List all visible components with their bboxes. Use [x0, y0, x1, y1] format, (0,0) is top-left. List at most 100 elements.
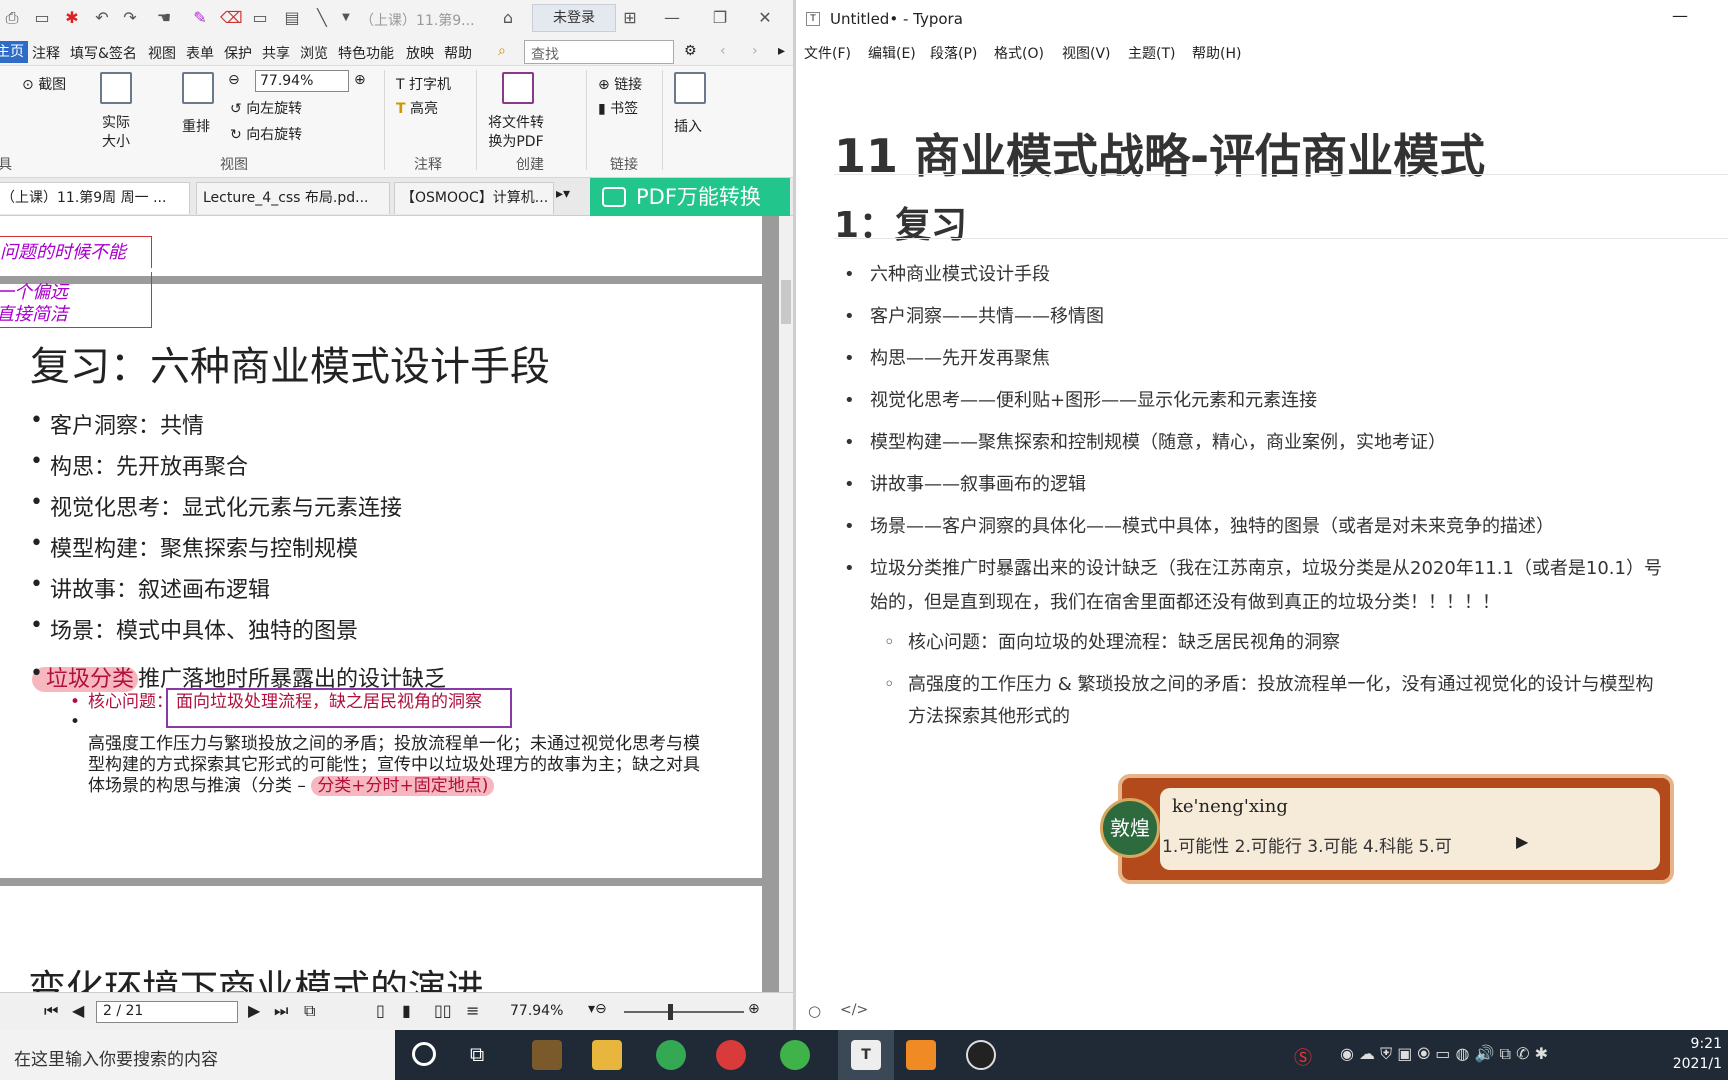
zoom-in-icon[interactable]: ⊕ — [354, 72, 366, 88]
foxit-pdf-icon[interactable] — [906, 1040, 936, 1070]
tab-doc-1[interactable]: （上课）11.第9周 周一 ... — [0, 182, 190, 214]
list-item[interactable]: 讲故事——叙事画布的逻辑 — [844, 468, 1086, 502]
zoom-readout[interactable]: 77.94% — [510, 1003, 563, 1019]
next-icon[interactable]: › — [752, 43, 758, 59]
document-heading-2[interactable]: 1：复习 — [834, 196, 967, 248]
document-heading-1[interactable]: 11 商业模式战略-评估商业模式 — [834, 120, 1485, 186]
menu-share[interactable]: 共享 — [262, 43, 290, 63]
save-icon[interactable]: ▭ — [32, 8, 52, 28]
first-page-icon[interactable]: ⏮ — [44, 1001, 58, 1021]
restore-icon[interactable]: ❐ — [710, 8, 730, 28]
page-number-input[interactable]: 2 / 21 — [96, 1001, 238, 1023]
tabs-scroll-icon[interactable]: ▸▾ — [556, 186, 570, 202]
next-page-icon[interactable]: ▶ — [248, 1001, 260, 1020]
insert-icon[interactable] — [674, 72, 706, 104]
grid-icon[interactable]: ⊞ — [620, 8, 640, 28]
list-item[interactable]: 垃圾分类推广时暴露出来的设计缺乏（我在江苏南京，垃圾分类是从2020年11.1（… — [844, 552, 1662, 586]
split-icon[interactable]: ≡ — [466, 1001, 479, 1020]
ribbon-expand-icon[interactable]: ▸ — [778, 43, 785, 59]
menu-home[interactable]: 主页 — [0, 41, 28, 63]
menu-features[interactable]: 特色功能 — [338, 43, 394, 63]
textbox-icon[interactable]: ▤ — [282, 8, 302, 28]
list-item[interactable]: 六种商业模式设计手段 — [844, 258, 1050, 292]
menu-form[interactable]: 表单 — [186, 43, 214, 63]
screenshot-button[interactable]: ⊙ 截图 — [22, 74, 66, 94]
bag-icon[interactable]: ⌂ — [498, 8, 518, 28]
menu-view[interactable]: 视图(V) — [1062, 43, 1111, 63]
rotate-right-button[interactable]: ↻ 向右旋转 — [230, 124, 302, 144]
cortana-icon[interactable] — [412, 1042, 436, 1066]
minimize-icon[interactable]: — — [662, 8, 682, 28]
menu-view[interactable]: 视图 — [148, 43, 176, 63]
tray-icon-red[interactable]: Ⓢ — [1294, 1044, 1312, 1070]
link-button[interactable]: ⊕ 链接 — [598, 74, 642, 94]
file-explorer-icon[interactable] — [592, 1040, 622, 1070]
task-view-icon[interactable]: ⧉ — [470, 1042, 484, 1066]
ime-next-icon[interactable]: ▶ — [1516, 832, 1528, 851]
folder-search-icon[interactable]: ⌕ — [498, 43, 506, 59]
bookmark-button[interactable]: ▮ 书签 — [598, 98, 638, 118]
zoom-in-icon[interactable]: ⊕ — [748, 1001, 760, 1017]
close-icon[interactable]: ✕ — [755, 8, 775, 28]
undo-icon[interactable]: ↶ — [92, 8, 112, 28]
hand-tool-icon[interactable]: ☚ — [154, 8, 174, 28]
zoom-slider-handle[interactable] — [668, 1004, 673, 1020]
menu-annotate[interactable]: 注释 — [32, 43, 60, 63]
list-item[interactable]: 视觉化思考——便利贴+图形——显示化元素和元素连接 — [844, 384, 1317, 418]
wechat-icon[interactable] — [780, 1040, 810, 1070]
single-page-icon[interactable]: ▯ — [376, 1001, 385, 1020]
reflow-icon[interactable] — [182, 72, 214, 104]
line-icon[interactable]: ╲ — [312, 8, 332, 28]
menu-paragraph[interactable]: 段落(P) — [930, 43, 977, 63]
pen-icon[interactable]: ✎ — [190, 8, 210, 28]
redo-icon[interactable]: ↷ — [120, 8, 140, 28]
prev-page-icon[interactable]: ◀ — [72, 1001, 84, 1020]
menu-file[interactable]: 文件(F) — [804, 43, 851, 63]
menu-slideshow[interactable]: 放映 — [406, 43, 434, 63]
list-item[interactable]: 客户洞察——共情——移情图 — [844, 300, 1104, 334]
obs-icon[interactable] — [966, 1040, 996, 1070]
print-icon[interactable]: ⎙ — [2, 8, 22, 28]
sub-list-item[interactable]: 高强度的工作压力 & 繁琐投放之间的矛盾：投放流程单一化，没有通过视觉化的设计与… — [884, 668, 1653, 702]
facing-icon[interactable]: ▯▯ — [434, 1001, 452, 1020]
insert-label[interactable]: 插入 — [674, 116, 702, 136]
zoom-out-icon[interactable]: ⊖ — [228, 72, 240, 88]
new-icon[interactable]: ✱ — [62, 8, 82, 28]
actual-size-label[interactable]: 实际 大小 — [102, 114, 130, 152]
outline-toggle-icon[interactable]: ○ — [808, 1002, 821, 1020]
menu-help[interactable]: 帮助(H) — [1192, 43, 1241, 63]
zoom-select[interactable]: 77.94% — [255, 70, 349, 92]
dropdown-icon[interactable]: ▼ — [336, 8, 356, 28]
pdf-converter-button[interactable]: PDF万能转换 — [590, 178, 790, 216]
convert-label[interactable]: 将文件转 换为PDF — [488, 114, 544, 152]
convert-icon[interactable] — [502, 72, 534, 104]
menu-edit[interactable]: 编辑(E) — [868, 43, 916, 63]
prev-icon[interactable]: ‹ — [720, 43, 726, 59]
menu-help[interactable]: 帮助 — [444, 43, 472, 63]
reflow-label[interactable]: 重排 — [182, 116, 210, 136]
login-button[interactable]: 未登录 — [532, 4, 616, 32]
vertical-scrollbar[interactable] — [779, 216, 793, 992]
menu-protect[interactable]: 保护 — [224, 43, 252, 63]
app-icon-paint[interactable] — [532, 1040, 562, 1070]
actual-size-icon[interactable] — [100, 72, 132, 104]
netease-music-icon[interactable] — [716, 1040, 746, 1070]
eraser-icon[interactable]: ⌫ — [220, 8, 243, 28]
list-item-continuation[interactable]: 始的，但是直到现在，我们在宿舍里面都还没有做到真正的垃圾分类！！！！！ — [870, 586, 1500, 620]
minimize-icon[interactable]: — — [1672, 6, 1688, 25]
highlight-button[interactable]: T 高亮 — [396, 98, 438, 118]
rectangle-icon[interactable]: ▭ — [250, 8, 270, 28]
list-item[interactable]: 场景——客户洞察的具体化——模式中具体，独特的图景（或者是对未来竞争的描述） — [844, 510, 1554, 544]
taskbar-search-input[interactable]: 在这里输入你要搜索的内容 — [0, 1030, 395, 1080]
source-mode-icon[interactable]: </> — [840, 1002, 868, 1018]
view-mode-icon[interactable]: ⧉ — [304, 1001, 315, 1021]
last-page-icon[interactable]: ⏭ — [274, 1001, 288, 1021]
zoom-slider[interactable] — [624, 1011, 744, 1013]
ime-candidates[interactable]: 1.可能性 2.可能行 3.可能 4.科能 5.可 — [1162, 832, 1452, 857]
typora-taskbar-icon[interactable]: T — [851, 1040, 881, 1070]
scrollbar-thumb[interactable] — [781, 280, 791, 324]
search-input[interactable]: 查找 — [524, 40, 674, 64]
chrome-icon[interactable] — [656, 1040, 686, 1070]
menu-browse[interactable]: 浏览 — [300, 43, 328, 63]
menu-format[interactable]: 格式(O) — [994, 43, 1044, 63]
